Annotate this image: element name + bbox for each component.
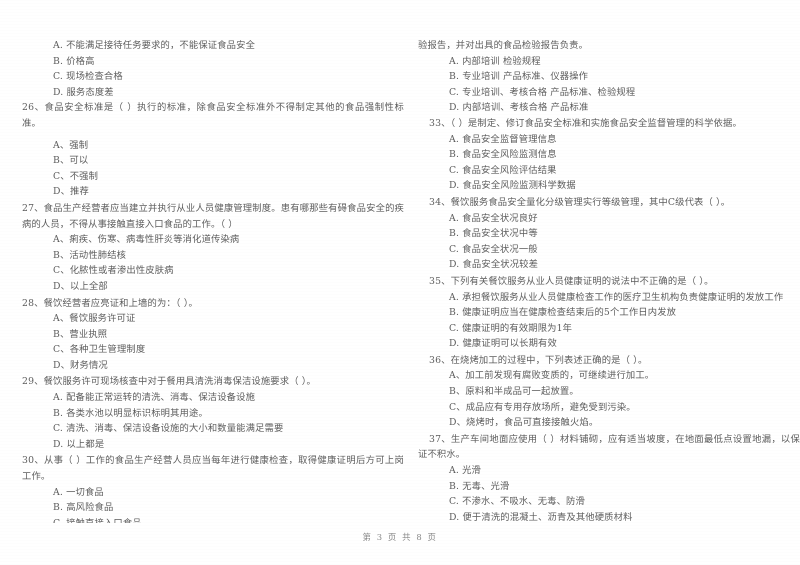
option-item: A. 内部培训 检验规程	[449, 55, 541, 67]
option-item: C. 接触直接入口食品	[22, 516, 404, 523]
left-column: A. 不能满足接待任务要求的，不能保证食品安全 B. 价格高 C. 现场检查合格…	[22, 38, 404, 523]
option-item: A. 一切食品	[53, 486, 104, 498]
question-stem: 34、餐饮服务食品安全量化分级管理实行等级管理，其中C级代表（ ）。	[429, 196, 731, 208]
option-item: C. 食品安全状况一般	[449, 243, 538, 255]
option-item: C. 食品安全风险评估结果	[449, 164, 557, 176]
question-stem: 28、餐饮经营者应亮证和上墙的为：（ ）。	[22, 297, 198, 309]
page-footer: 第 3 页 共 8 页	[362, 532, 438, 542]
option-item: C、不强制	[53, 170, 99, 182]
option-item: A、强制	[53, 139, 89, 151]
question-stem: 26、食品安全标准是（ ）执行的标准，除食品安全标准外不得制定其他的食品强制性标…	[22, 102, 404, 129]
option-item: B. 食品安全风险监测信息	[449, 149, 557, 161]
option-item: B、原料和半成品可一起放置。	[449, 386, 579, 398]
option-item: C. 现场检查合格	[53, 71, 123, 83]
option-item: D、财务情况	[53, 359, 108, 371]
option-item: A、加工前发现有腐败变质的，可继续进行加工。	[449, 370, 655, 382]
option-item: B. 价格高	[53, 55, 95, 67]
question-29: 29、餐饮服务许可现场核查中对于餐用具清洗消毒保洁设施要求（ ）。 A. 配备能…	[22, 374, 404, 452]
option-item: A、餐饮服务许可证	[53, 313, 136, 325]
option-item: A. 食品安全状况良好	[449, 212, 538, 224]
option-item: D. 食品安全状况较差	[449, 259, 539, 271]
option-item: A. 配备能正常运转的清洗、消毒、保洁设备设施	[53, 392, 256, 404]
option-item: D. 内部培训、考核合格 产品标准	[449, 102, 589, 114]
option-item: A. 承担餐饮服务从业人员健康检查工作的医疗卫生机构负责健康证明的发放工作	[449, 291, 784, 303]
option-item: D、推荐	[53, 186, 89, 198]
question-30: 30、从事（ ）工作的食品生产经营人员应当每年进行健康检查，取得健康证明后方可上…	[22, 453, 404, 523]
question-stem: 33、（ ）是制定、修订食品安全标准和实施食品安全监督管理的科学依据。	[429, 117, 742, 129]
option-item: D、以上全部	[53, 280, 108, 292]
two-column-body: A. 不能满足接待任务要求的，不能保证食品安全 B. 价格高 C. 现场检查合格…	[0, 38, 800, 523]
question-27: 27、食品生产经营者应当建立并执行从业人员健康管理制度。患有哪那些有碍食品安全的…	[22, 201, 404, 295]
option-item: B. 无毒、光滑	[449, 480, 510, 492]
option-item: A. 光滑	[449, 465, 481, 477]
option-item: C、各种卫生管理制度	[53, 344, 146, 356]
option-item: A. 食品安全监督管理信息	[449, 133, 557, 145]
option-item: C、成品应有专用存放场所，避免受到污染。	[449, 401, 636, 413]
option-item: C. 不渗水、不吸水、无毒、防滑	[449, 496, 585, 508]
question-32-continuation: 验报告，并对出具的食品检验报告负责。	[418, 40, 589, 51]
right-column: 验报告，并对出具的食品检验报告负责。 A. 内部培训 检验规程 B. 专业培训 …	[418, 38, 800, 523]
question-stem: 37、生产车间地面应使用（ ）材料铺砌，应有适当坡度，在地面最低点设置地漏，以保…	[418, 433, 800, 461]
option-item: D. 健康证明可以长期有效	[449, 338, 557, 350]
option-item: B. 各类水池以明显标识标明其用途。	[53, 407, 208, 419]
option-item: B、可以	[53, 155, 89, 167]
option-item: C. 清洗、消毒、保洁设备设施的大小和数量能满足需要	[53, 423, 284, 435]
option-item: B、营业执照	[53, 328, 108, 340]
question-stem: 35、下列有关餐饮服务从业人员健康证明的说法中不正确的是（ ）。	[429, 275, 714, 287]
option-item: D. 食品安全风险监测科学数据	[449, 180, 576, 192]
option-item: C. 健康证明的有效期限为1年	[449, 322, 573, 334]
question-36: 36、在烧烤加工的过程中，下列表述正确的是（ ）。 A、加工前发现有腐败变质的，…	[418, 353, 800, 431]
option-item: B. 高风险食品	[53, 502, 114, 514]
question-stem: 29、餐饮服务许可现场核查中对于餐用具清洗消毒保洁设施要求（ ）。	[22, 376, 316, 388]
question-stem: 36、在烧烤加工的过程中，下列表述正确的是（ ）。	[429, 354, 648, 366]
option-item: D、烧烤时，食品可直接接触火焰。	[449, 417, 599, 429]
question-35: 35、下列有关餐饮服务从业人员健康证明的说法中不正确的是（ ）。 A. 承担餐饮…	[418, 274, 800, 352]
document-page: A. 不能满足接待任务要求的，不能保证食品安全 B. 价格高 C. 现场检查合格…	[0, 0, 800, 565]
question-26: 26、食品安全标准是（ ）执行的标准，除食品安全标准外不得制定其他的食品强制性标…	[22, 100, 404, 200]
question-28: 28、餐饮经营者应亮证和上墙的为：（ ）。 A、餐饮服务许可证 B、营业执照 C…	[22, 296, 404, 374]
question-34: 34、餐饮服务食品安全量化分级管理实行等级管理，其中C级代表（ ）。 A. 食品…	[418, 195, 800, 273]
question-37: 37、生产车间地面应使用（ ）材料铺砌，应有适当坡度，在地面最低点设置地漏，以保…	[418, 432, 800, 523]
option-item: D. 以上都是	[53, 438, 105, 450]
option-item: A. 不能满足接待任务要求的，不能保证食品安全	[53, 40, 256, 51]
option-item: D. 服务态度差	[53, 86, 114, 98]
option-item: C、化脓性或者渗出性皮肤病	[53, 265, 174, 277]
question-33: 33、（ ）是制定、修订食品安全标准和实施食品安全监督管理的科学依据。 A. 食…	[418, 116, 800, 194]
option-item: D. 便于清洗的混凝土、沥青及其他硬质材料	[449, 511, 633, 523]
option-item: B、活动性肺结核	[53, 249, 127, 261]
option-item: B. 健康证明应当在健康检查结束后的5个工作日内发放	[449, 307, 677, 319]
question-stem: 30、从事（ ）工作的食品生产经营人员应当每年进行健康检查，取得健康证明后方可上…	[22, 455, 404, 483]
option-item: B. 专业培训 产品标准、仪器操作	[449, 71, 589, 83]
option-item: B. 食品安全状况中等	[449, 228, 538, 240]
option-item: C. 专业培训、考核合格 产品标准、检验规程	[449, 86, 636, 98]
question-stem: 27、食品生产经营者应当建立并执行从业人员健康管理制度。患有哪那些有碍食品安全的…	[22, 202, 404, 230]
option-item: A、痢疾、伤寒、病毒性肝炎等消化道传染病	[53, 234, 240, 246]
